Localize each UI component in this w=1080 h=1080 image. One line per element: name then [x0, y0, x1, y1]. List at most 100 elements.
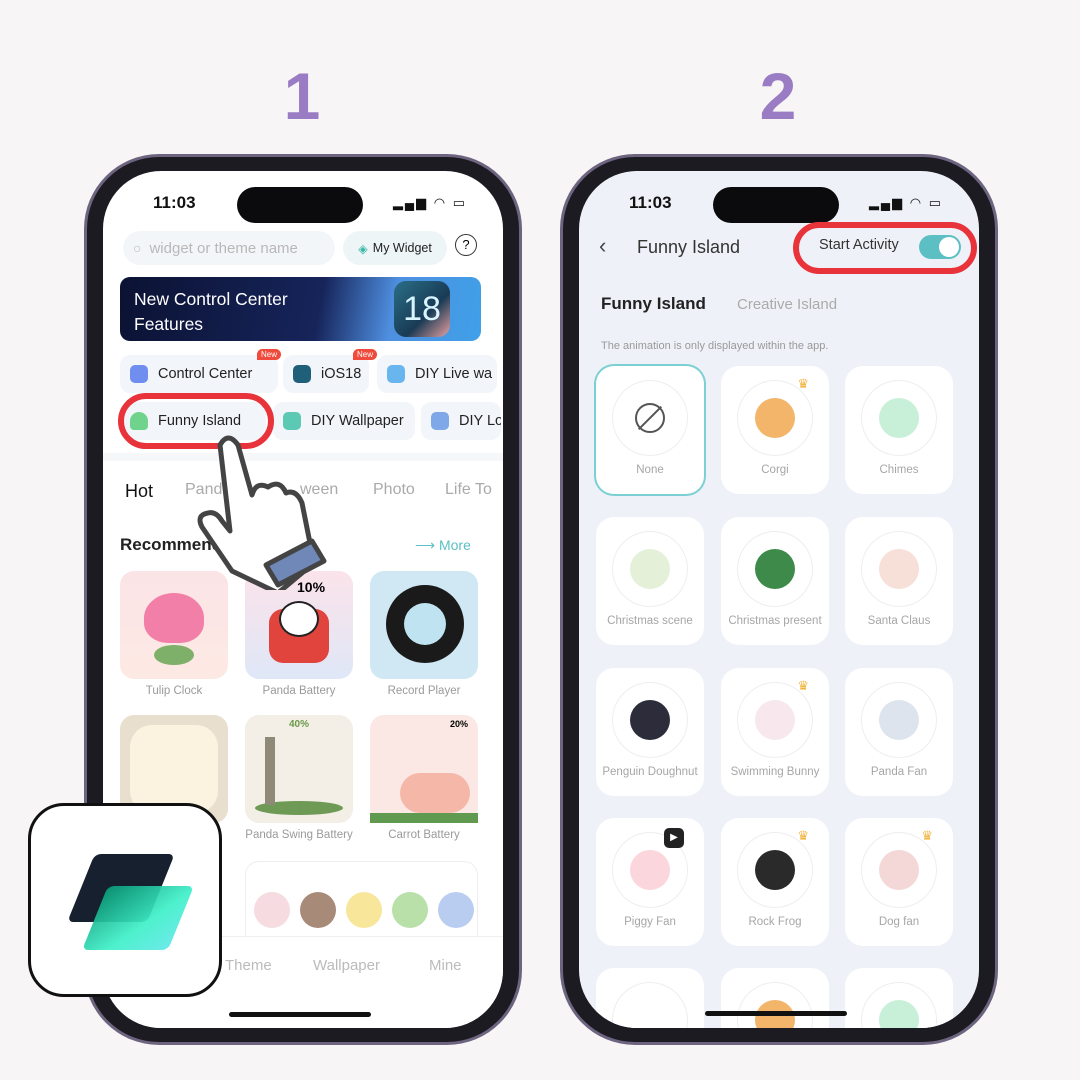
battery-percent: 40% — [289, 719, 310, 730]
animation-thumbnail — [738, 532, 812, 606]
animation-thumbnail — [862, 381, 936, 455]
hand-pointer-icon — [197, 435, 327, 590]
highlight-ring — [793, 222, 977, 274]
banner-title: New Control Center — [134, 289, 288, 309]
search-input[interactable]: ○ widget or theme name — [123, 231, 335, 265]
widget-label: Record Player — [387, 685, 461, 697]
shortcut-ios18[interactable]: iOS18 — [283, 355, 369, 393]
none-icon — [613, 381, 687, 455]
animation-thumbnail — [613, 683, 687, 757]
home-indicator — [229, 1012, 371, 1017]
nav-wallpaper[interactable]: Wallpaper — [313, 957, 380, 974]
animation-label: Corgi — [761, 464, 789, 476]
nav-theme[interactable]: Theme — [225, 957, 272, 974]
animation-card[interactable]: Corgi ♛ — [721, 366, 829, 494]
animation-card[interactable]: Piggy Fan ▶ — [596, 818, 704, 946]
animation-thumbnail — [738, 683, 812, 757]
widget-tile-panda-swing[interactable]: 40% — [245, 715, 353, 823]
my-widget-label: My Widget — [372, 241, 432, 255]
promo-banner[interactable]: New Control Center Features 18 — [120, 277, 481, 341]
my-widget-button[interactable]: ◈ My Widget — [343, 231, 447, 265]
crown-icon: ♛ — [797, 376, 809, 391]
animal-face — [392, 892, 428, 928]
animation-card[interactable]: None — [596, 366, 704, 494]
ios18-icon: 18 — [394, 281, 450, 337]
widget-label: Panda Battery — [262, 685, 336, 697]
status-icons: ▂▄▆ ◠ ▭ — [868, 195, 943, 210]
status-icons: ▂▄▆ ◠ ▭ — [392, 195, 467, 210]
crown-icon: ♛ — [797, 828, 809, 843]
more-link[interactable]: ⟶ More — [415, 537, 471, 554]
animation-card[interactable]: Penguin Doughnut — [596, 668, 704, 796]
lock-screen-icon — [431, 412, 449, 430]
crown-icon: ♛ — [921, 828, 933, 843]
shortcut-control-center[interactable]: Control Center — [120, 355, 278, 393]
tab-funny-island[interactable]: Funny Island — [601, 294, 706, 314]
screen: 11:03 ▂▄▆ ◠ ▭ ‹ Funny Island Start Activ… — [579, 171, 979, 1028]
animation-card[interactable]: Rock Frog ♛ — [721, 818, 829, 946]
shortcut-label: Control Center — [158, 366, 253, 382]
status-time: 11:03 — [629, 193, 672, 212]
phone-2: 11:03 ▂▄▆ ◠ ▭ ‹ Funny Island Start Activ… — [563, 157, 995, 1042]
step-number: 1 — [283, 59, 321, 133]
dynamic-island — [713, 187, 839, 223]
animation-label: None — [636, 464, 664, 476]
dynamic-island — [237, 187, 363, 223]
animation-thumbnail — [613, 983, 687, 1028]
control-center-icon — [130, 365, 148, 383]
tab-creative-island[interactable]: Creative Island — [737, 296, 837, 313]
tab-life[interactable]: Life To — [417, 481, 492, 502]
animation-thumbnail — [738, 983, 812, 1028]
home-indicator — [705, 1011, 847, 1016]
animation-card[interactable]: Swimming Bunny ♛ — [721, 668, 829, 796]
animation-thumbnail — [862, 683, 936, 757]
crown-icon: ♛ — [797, 678, 809, 693]
animation-card[interactable]: Dog fan ♛ — [845, 818, 953, 946]
animation-label: Chimes — [879, 464, 919, 476]
nav-mine[interactable]: Mine — [429, 957, 462, 974]
step-number: 2 — [759, 59, 797, 133]
animation-label: Rock Frog — [748, 916, 802, 928]
animation-label: Penguin Doughnut — [602, 766, 698, 778]
shortcut-label: DIY Lo — [459, 413, 501, 429]
animation-label: Swimming Bunny — [730, 766, 820, 778]
animation-label: Piggy Fan — [624, 916, 676, 928]
animation-label: Dog fan — [878, 916, 920, 928]
arrow-right-icon: ⟶ — [415, 537, 439, 553]
animation-thumbnail — [862, 532, 936, 606]
animation-thumbnail — [738, 381, 812, 455]
shortcut-label: DIY Live wa — [415, 366, 493, 382]
animation-card[interactable]: Panda Fan — [845, 668, 953, 796]
search-placeholder: widget or theme name — [149, 239, 298, 257]
animation-card[interactable]: Christmas present — [721, 517, 829, 645]
widget-tile-record-player[interactable] — [370, 571, 478, 679]
animation-thumbnail — [862, 833, 936, 907]
ios18-icon — [293, 365, 311, 383]
shortcut-diy-live[interactable]: DIY Live wa — [377, 355, 497, 393]
animation-card-partial[interactable] — [721, 968, 829, 1028]
play-icon: ▶ — [664, 828, 684, 848]
more-label: More — [438, 537, 471, 553]
new-badge: New — [353, 349, 378, 360]
animation-label: Christmas scene — [607, 615, 693, 627]
animation-card[interactable]: Santa Claus — [845, 517, 953, 645]
shortcut-diy-lock[interactable]: DIY Lo — [421, 402, 501, 440]
widget-tile-carrot-battery[interactable]: 20% — [370, 715, 478, 823]
help-icon[interactable]: ? — [455, 234, 477, 256]
search-icon: ○ — [133, 240, 142, 256]
animation-thumbnail — [738, 833, 812, 907]
banner-subtitle: Features — [134, 314, 204, 334]
tab-photo[interactable]: Photo — [345, 481, 417, 502]
animation-card[interactable]: Christmas scene — [596, 517, 704, 645]
animation-label: Panda Fan — [870, 766, 928, 778]
animal-face — [254, 892, 290, 928]
animal-face — [300, 892, 336, 928]
animation-card[interactable]: Chimes — [845, 366, 953, 494]
animation-card-partial[interactable] — [845, 968, 953, 1028]
animation-thumbnail — [613, 532, 687, 606]
tab-hot[interactable]: Hot — [125, 481, 185, 502]
animation-card-partial[interactable] — [596, 968, 704, 1028]
widget-label: Panda Swing Battery — [245, 829, 353, 841]
animal-face — [346, 892, 382, 928]
back-chevron-icon[interactable]: ‹ — [599, 233, 606, 259]
